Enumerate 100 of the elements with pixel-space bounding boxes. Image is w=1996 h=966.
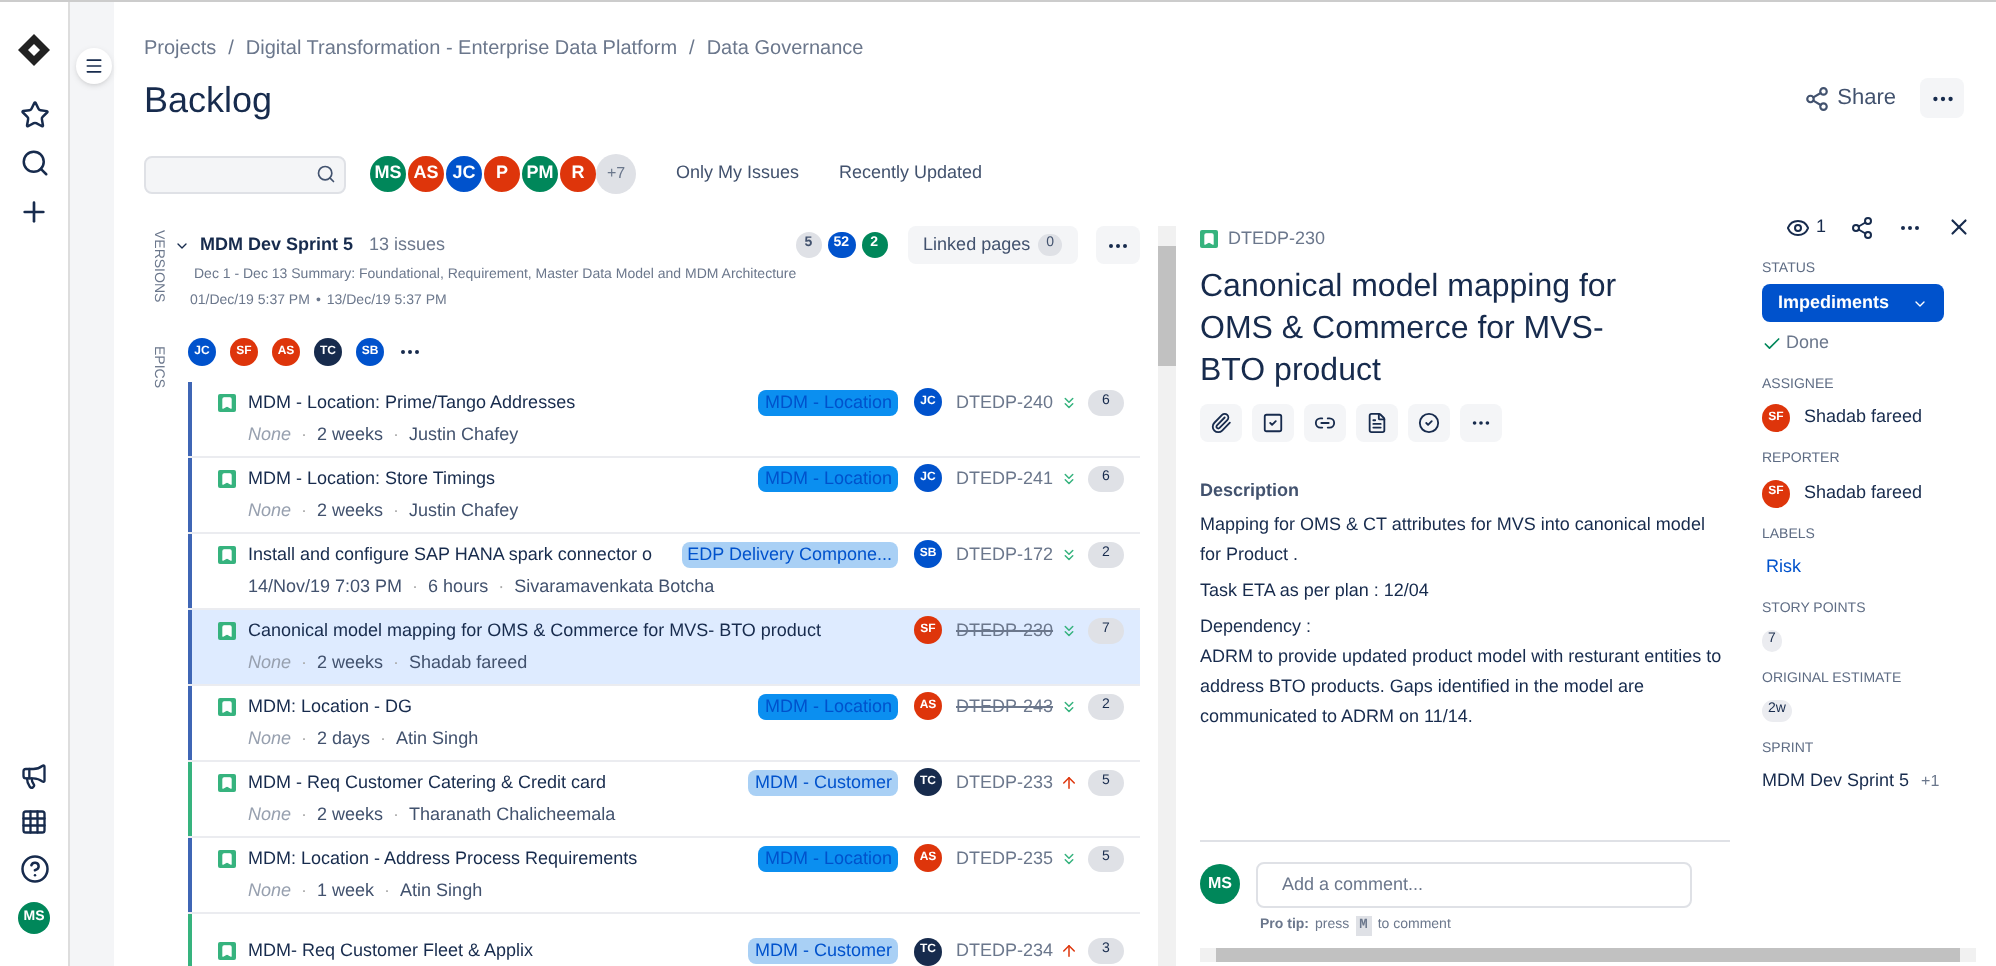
checkbox-button[interactable]: [1252, 403, 1294, 441]
share-button[interactable]: Share: [1803, 81, 1896, 115]
checkbox-icon: [1262, 411, 1284, 433]
more-button[interactable]: [1920, 78, 1964, 118]
issue-count: 13 issues: [369, 231, 446, 258]
meta-separator: ·: [380, 726, 387, 753]
breadcrumb-link[interactable]: Projects: [144, 34, 217, 64]
quick-filter-button[interactable]: Only My Issues: [676, 160, 800, 188]
more-sprints-count[interactable]: +1: [1921, 769, 1940, 794]
share-icon[interactable]: [1850, 215, 1874, 240]
search-icon[interactable]: [19, 148, 49, 178]
megaphone-icon[interactable]: [20, 762, 48, 790]
issue-meta: 6 hours: [428, 574, 489, 601]
epic-label: MDM - Location: [758, 845, 898, 872]
issue-meta: None: [248, 650, 292, 677]
epic-label: MDM - Location: [758, 693, 898, 720]
issue-meta: Shadab fareed: [409, 650, 528, 677]
share-icon: [1803, 85, 1830, 111]
more-avatars-count[interactable]: +7: [596, 154, 636, 194]
quick-filter-button[interactable]: Recently Updated: [839, 160, 983, 188]
issue-summary: MDM: Location - Address Process Requirements: [248, 845, 638, 872]
check-circle-button[interactable]: [1408, 403, 1450, 441]
search-field[interactable]: [144, 155, 346, 193]
story-icon: [218, 621, 236, 640]
meta-separator: ·: [301, 498, 308, 525]
grid-icon[interactable]: [20, 808, 48, 836]
issue-key[interactable]: DTEDP-230: [1228, 226, 1326, 253]
breadcrumb-separator: /: [228, 36, 234, 64]
transition-done-button[interactable]: Done: [1762, 330, 1976, 357]
breadcrumb-link[interactable]: Data Governance: [706, 34, 864, 64]
plus-icon[interactable]: [18, 196, 50, 228]
sprint-name[interactable]: MDM Dev Sprint 5: [1762, 768, 1910, 795]
document-button[interactable]: [1356, 403, 1398, 441]
meta-separator: ·: [301, 726, 308, 753]
check-circle-icon: [1418, 411, 1440, 433]
check-icon: [1762, 333, 1782, 354]
issue-meta: None: [248, 726, 292, 753]
issue-key[interactable]: DTEDP-234: [956, 937, 1052, 965]
story-icon: [218, 773, 236, 792]
issue-key[interactable]: DTEDP-172: [956, 541, 1052, 568]
story-icon: [218, 849, 236, 868]
meta-separator: ·: [301, 802, 308, 829]
user-name: Shadab fareed: [1804, 479, 1923, 506]
issue-key[interactable]: DTEDP-243: [956, 693, 1052, 720]
issue-summary: Install and configure SAP HANA spark connector o: [248, 541, 652, 568]
issue-key[interactable]: DTEDP-235: [956, 845, 1052, 872]
issue-summary: MDM: Location - DG: [248, 693, 413, 719]
filter-avatar: AS: [406, 154, 446, 194]
menu-button[interactable]: [76, 48, 112, 84]
label-link[interactable]: Risk: [1766, 554, 1976, 581]
meta-separator: ·: [301, 878, 308, 905]
story-icon: [218, 697, 236, 716]
search-icon: [316, 164, 336, 184]
meta-separator: ·: [393, 802, 400, 829]
issue-meta: 2 weeks: [317, 802, 384, 829]
status-dropdown[interactable]: Impediments: [1762, 284, 1944, 322]
paperclip-button[interactable]: [1200, 403, 1242, 441]
page-title: Backlog: [144, 78, 275, 124]
breadcrumb-separator: /: [689, 36, 695, 64]
meta-separator: ·: [393, 650, 400, 677]
meta-separator: ·: [412, 574, 419, 601]
issue-key[interactable]: DTEDP-241: [956, 465, 1052, 492]
close-icon[interactable]: [1946, 214, 1972, 241]
issue-summary: Canonical model mapping for OMS & Commerce for MVS- BTO product: [248, 617, 821, 644]
document-icon: [1366, 411, 1388, 433]
menu-icon: [84, 56, 104, 76]
user-name: Shadab fareed: [1804, 404, 1923, 431]
issue-meta: Justin Chafey: [409, 422, 519, 449]
watchers-button[interactable]: 1: [1785, 214, 1826, 241]
issue-meta: 2 weeks: [317, 422, 384, 449]
issue-summary: MDM - Location: Store Timings: [248, 465, 496, 492]
vertical-scrollbar[interactable]: [1158, 226, 1176, 966]
help-icon[interactable]: [19, 854, 49, 884]
sprint-name: MDM Dev Sprint 5: [200, 231, 354, 258]
issue-key[interactable]: DTEDP-233: [956, 769, 1052, 796]
story-icon: [218, 393, 236, 412]
link-button[interactable]: [1304, 403, 1346, 441]
filter-avatar: PM: [520, 154, 560, 194]
issue-meta: 14/Nov/19 7:03 PM: [248, 574, 403, 601]
issue-meta: None: [248, 422, 292, 449]
filter-avatar: JC: [444, 154, 484, 194]
story-icon: [1200, 230, 1218, 249]
description-heading: Description: [1200, 477, 1302, 504]
comment-field[interactable]: Add a comment...: [1256, 861, 1692, 907]
epic-label: MDM - Location: [758, 389, 898, 416]
diamond-logo-icon[interactable]: [18, 34, 50, 66]
meta-separator: ·: [301, 422, 308, 449]
issue-meta: Tharanath Chalicheemala: [409, 802, 616, 829]
issue-meta: Sivaramavenkata Botcha: [514, 574, 715, 601]
horizontal-scrollbar[interactable]: [1200, 948, 1976, 962]
sprint-more-button[interactable]: [1096, 226, 1140, 264]
issue-key[interactable]: DTEDP-230: [956, 617, 1052, 644]
issue-key[interactable]: DTEDP-240: [956, 389, 1052, 416]
filter-avatar: R: [558, 154, 598, 194]
issue-meta: None: [248, 498, 292, 525]
breadcrumb-link[interactable]: Digital Transformation - Enterprise Data Platform: [245, 34, 678, 64]
story-icon: [218, 942, 236, 960]
star-icon[interactable]: [19, 100, 49, 130]
story-icon: [218, 469, 236, 488]
paperclip-icon: [1210, 411, 1232, 433]
